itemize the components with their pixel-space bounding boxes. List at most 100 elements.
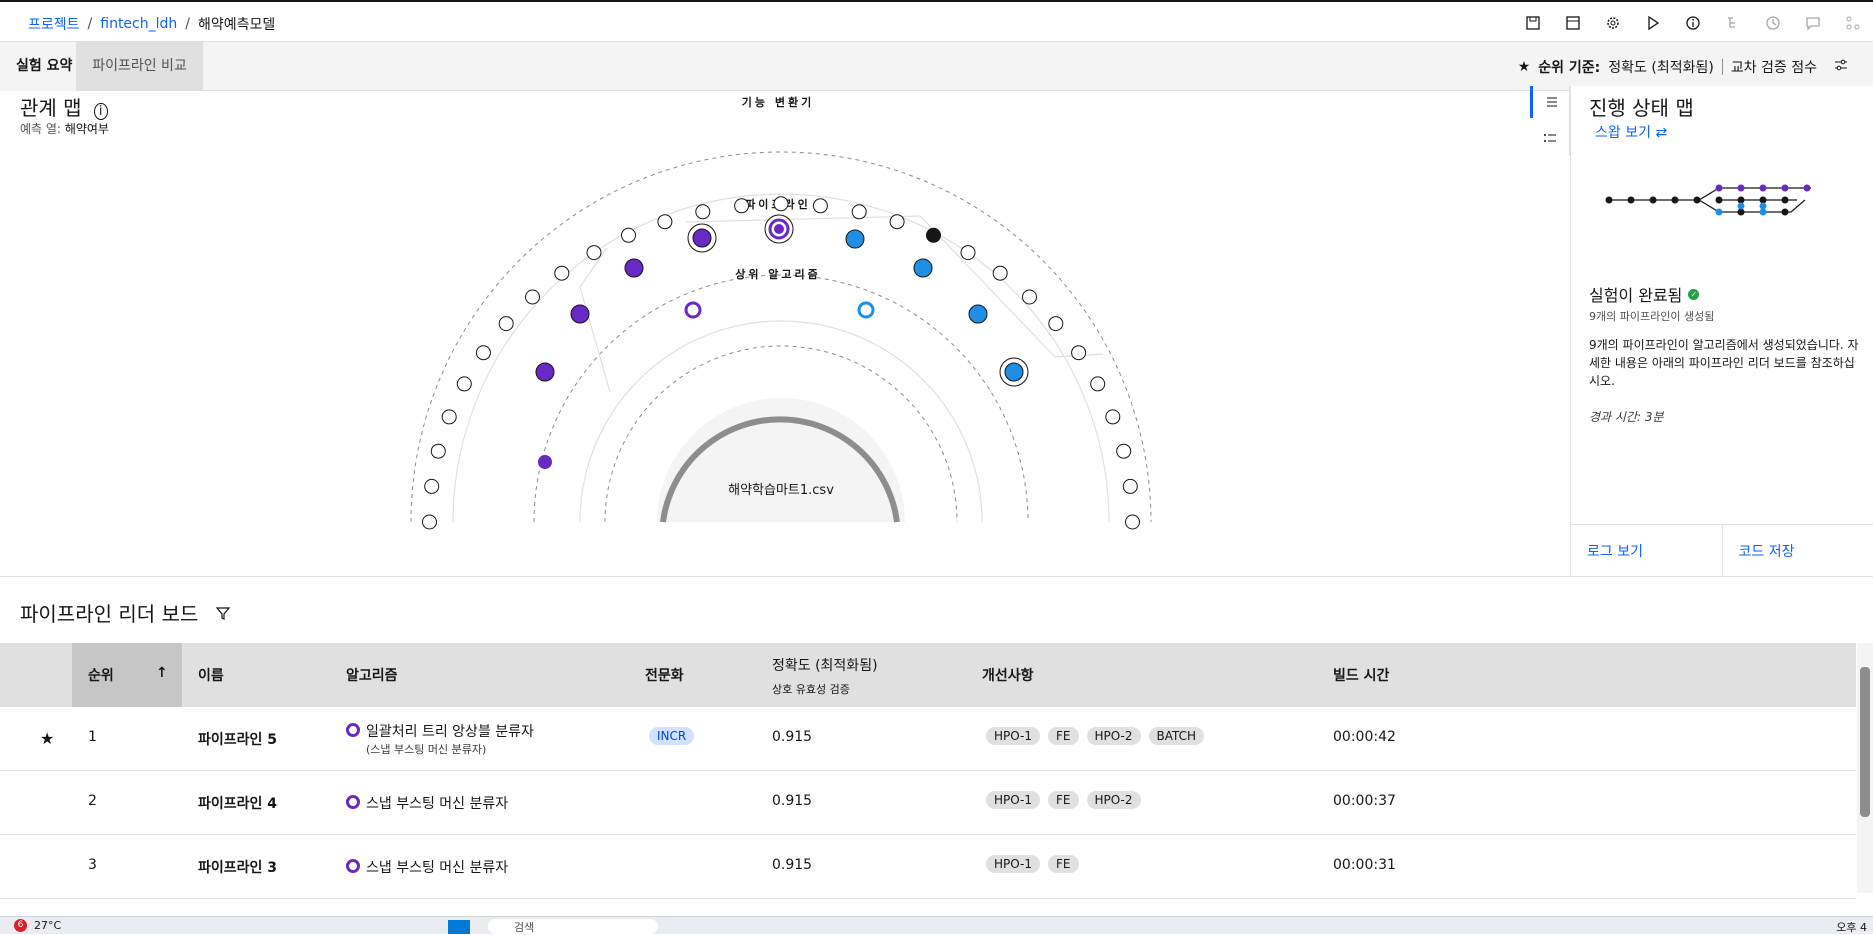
feature-transformer-node[interactable] <box>1123 479 1137 493</box>
feature-transformer-node[interactable] <box>555 266 569 280</box>
feature-transformer-node[interactable] <box>1049 317 1063 331</box>
breadcrumb-projects[interactable]: 프로젝트 <box>28 14 80 34</box>
scrollbar[interactable] <box>1857 643 1873 893</box>
swap-view-link[interactable]: 스왑 보기 ⇄ <box>1595 122 1667 142</box>
col-rank[interactable]: 순위 <box>88 665 114 685</box>
progress-node <box>1650 197 1657 204</box>
feature-transformer-node[interactable] <box>813 199 827 213</box>
feature-transformer-node[interactable] <box>961 246 975 260</box>
col-name[interactable]: 이름 <box>198 665 224 685</box>
breadcrumb: 프로젝트 / fintech_ldh / 해약예측모델 <box>28 14 275 34</box>
comment-icon[interactable] <box>1793 8 1833 38</box>
save-code-button[interactable]: 코드 저장 <box>1723 525 1873 576</box>
feature-transformer-node[interactable] <box>457 377 471 391</box>
feature-transformer-node[interactable] <box>1023 290 1037 304</box>
pipeline-node[interactable] <box>859 303 873 317</box>
feature-transformer-node[interactable] <box>852 205 866 219</box>
list-view-icon[interactable] <box>1530 86 1570 118</box>
pipeline-node[interactable] <box>969 305 987 323</box>
breadcrumb-project[interactable]: fintech_ldh <box>100 16 177 32</box>
relation-map-title-text: 관계 맵 <box>20 96 82 120</box>
feature-transformer-node[interactable] <box>423 515 437 529</box>
pipeline-name[interactable]: 파이프라인 5 <box>198 729 277 749</box>
clock[interactable]: 오후 4 <box>1836 919 1867 935</box>
progress-node <box>1606 197 1613 204</box>
feature-transformer-node[interactable] <box>587 246 601 260</box>
feature-transformer-node[interactable] <box>1072 346 1086 360</box>
pipeline-node[interactable] <box>846 230 864 248</box>
feature-transformer-node[interactable] <box>993 266 1007 280</box>
col-algorithm[interactable]: 알고리즘 <box>346 665 398 685</box>
col-cv[interactable]: 상호 유효성 검증 <box>772 681 850 697</box>
scrollbar-thumb[interactable] <box>1860 667 1870 817</box>
feature-transformer-node[interactable] <box>431 444 445 458</box>
pipeline-node[interactable] <box>538 455 552 469</box>
feature-transformer-node[interactable] <box>774 197 788 211</box>
accuracy-cell: 0.915 <box>772 793 812 809</box>
enhancements-cell: HPO-1FEHPO-2BATCH <box>986 727 1212 745</box>
pipeline-node[interactable] <box>688 224 716 252</box>
feature-transformer-node[interactable] <box>442 410 456 424</box>
specialization-cell: INCR <box>649 727 702 745</box>
windows-start-icon[interactable] <box>448 920 470 934</box>
feature-transformer-node[interactable] <box>696 205 710 219</box>
feature-transformer-node[interactable] <box>1106 410 1120 424</box>
view-log-button[interactable]: 로그 보기 <box>1571 525 1723 576</box>
predict-column: 예측 열: 해약여부 <box>20 120 109 137</box>
enhancements-cell: HPO-1FE <box>986 855 1087 873</box>
play-icon[interactable] <box>1633 8 1673 38</box>
gear-icon[interactable] <box>1593 8 1633 38</box>
pipeline-node[interactable] <box>625 259 643 277</box>
feature-transformer-node[interactable] <box>622 228 636 242</box>
bulleted-list-icon[interactable] <box>1530 122 1570 154</box>
pipeline-node[interactable] <box>765 215 793 243</box>
progress-node <box>1716 209 1723 216</box>
pipeline-name[interactable]: 파이프라인 3 <box>198 857 277 877</box>
feature-transformer-node[interactable] <box>658 215 672 229</box>
pipeline-node[interactable] <box>536 363 554 381</box>
calculator-icon[interactable] <box>1553 8 1593 38</box>
feature-transformer-node[interactable] <box>890 215 904 229</box>
info-icon[interactable] <box>1673 8 1713 38</box>
table-row[interactable]: 3파이프라인 3스냅 부스팅 머신 분류자0.915HPO-1FE00:00:3… <box>0 835 1856 899</box>
col-specialization[interactable]: 전문화 <box>645 665 684 685</box>
pipeline-node[interactable] <box>1000 358 1028 386</box>
pipeline-node[interactable] <box>686 303 700 317</box>
taskbar-search[interactable]: 검색 <box>488 919 658 934</box>
filter-icon[interactable] <box>216 601 230 625</box>
feature-transformer-node[interactable] <box>927 228 941 242</box>
status-complete: 실험이 완료됨 ✓ <box>1589 282 1699 306</box>
feature-transformer-node[interactable] <box>1126 515 1140 529</box>
settings-adjust-icon[interactable] <box>1833 57 1849 77</box>
rank-criteria-value[interactable]: 정확도 (최적화됨) <box>1608 57 1714 77</box>
progress-node <box>1782 185 1789 192</box>
tab-compare[interactable]: 파이프라인 비교 <box>76 42 203 91</box>
sort-ascending-icon[interactable]: ↑ <box>156 665 168 681</box>
col-enhancements[interactable]: 개선사항 <box>982 665 1034 685</box>
tree-icon[interactable] <box>1713 8 1753 38</box>
feature-transformer-node[interactable] <box>476 346 490 360</box>
feature-transformer-node[interactable] <box>526 290 540 304</box>
feature-transformer-node[interactable] <box>425 479 439 493</box>
weather-temp[interactable]: 27°C <box>34 919 61 932</box>
progress-graph <box>1601 178 1841 238</box>
progress-node <box>1760 185 1767 192</box>
col-build-time[interactable]: 빌드 시간 <box>1333 665 1389 685</box>
pipeline-node[interactable] <box>914 259 932 277</box>
feature-transformer-node[interactable] <box>499 317 513 331</box>
feature-transformer-node[interactable] <box>1117 444 1131 458</box>
feature-transformer-node[interactable] <box>735 199 749 213</box>
save-icon[interactable] <box>1513 8 1553 38</box>
star-icon: ★ <box>1518 59 1531 75</box>
pipeline-node[interactable] <box>571 305 589 323</box>
info-icon[interactable]: i <box>94 103 108 120</box>
rank-criteria-alt[interactable]: 교차 검증 점수 <box>1731 57 1817 77</box>
col-accuracy[interactable]: 정확도 (최적화됨) <box>772 655 878 675</box>
history-icon[interactable] <box>1753 8 1793 38</box>
progress-node <box>1782 197 1789 204</box>
feature-transformer-node[interactable] <box>1091 377 1105 391</box>
table-row[interactable]: 2파이프라인 4스냅 부스팅 머신 분류자0.915HPO-1FEHPO-200… <box>0 771 1856 835</box>
table-row[interactable]: ★1파이프라인 5일괄처리 트리 앙상블 분류자(스냅 부스팅 머신 분류자)I… <box>0 707 1856 771</box>
share-icon[interactable] <box>1833 8 1873 38</box>
pipeline-name[interactable]: 파이프라인 4 <box>198 793 277 813</box>
